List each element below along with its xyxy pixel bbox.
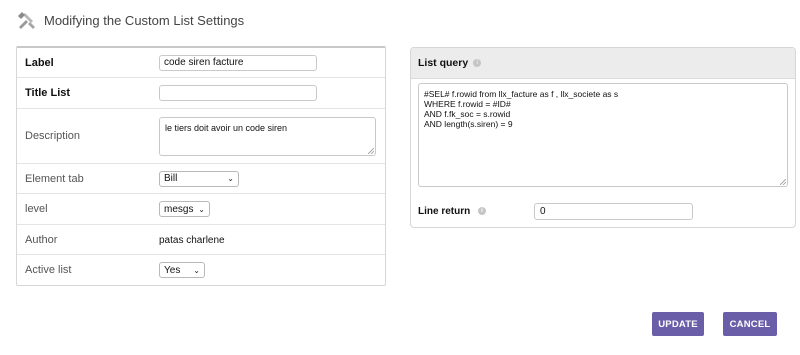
- level-select[interactable]: mesgs ⌄: [159, 201, 210, 217]
- author-row: Author patas charlene: [17, 225, 385, 255]
- cancel-button[interactable]: CANCEL: [723, 312, 777, 336]
- level-value: mesgs: [164, 203, 194, 215]
- line-return-label: Line return i: [418, 206, 534, 217]
- title-list-field-label: Title List: [25, 87, 71, 99]
- query-line: #SEL# f.rowid from llx_facture as f , ll…: [424, 89, 619, 99]
- page-title: Modifying the Custom List Settings: [44, 12, 245, 28]
- element-tab-select[interactable]: Bill ⌄: [159, 170, 239, 187]
- line-return-input[interactable]: 0: [534, 203, 693, 220]
- line-return-label-text: Line return: [418, 206, 471, 217]
- query-line: WHERE f.rowid = #ID#: [424, 99, 511, 109]
- query-panel-title: List query: [418, 57, 469, 69]
- description-textarea[interactable]: le tiers doit avoir un code siren: [159, 116, 376, 156]
- level-row: level mesgs ⌄: [17, 194, 385, 225]
- description-field-label: Description: [25, 130, 81, 142]
- title-list-row: Title List: [17, 78, 385, 109]
- tools-icon: [18, 12, 35, 29]
- author-value: patas charlene: [159, 234, 225, 246]
- line-return-row: Line return i 0: [418, 203, 693, 220]
- chevron-down-icon: ⌄: [193, 265, 200, 275]
- element-tab-value: Bill: [164, 173, 178, 184]
- query-textarea[interactable]: #SEL# f.rowid from llx_facture as f , ll…: [418, 83, 788, 187]
- resize-handle-icon[interactable]: [368, 147, 374, 154]
- element-tab-row: Element tab Bill ⌄: [17, 164, 385, 194]
- info-icon[interactable]: i: [473, 59, 482, 67]
- author-field-label: Author: [25, 233, 58, 246]
- active-list-field-label: Active list: [25, 264, 72, 276]
- active-list-value: Yes: [164, 264, 181, 276]
- level-field-label: level: [25, 203, 48, 215]
- description-row: Description le tiers doit avoir un code …: [17, 109, 385, 164]
- query-line: AND length(s.siren) = 9: [424, 119, 513, 129]
- element-tab-field-label: Element tab: [25, 172, 84, 185]
- page-header: Modifying the Custom List Settings: [16, 10, 244, 30]
- query-line: AND f.fk_soc = s.rowid: [424, 109, 511, 119]
- update-button[interactable]: UPDATE: [652, 312, 704, 336]
- description-text: le tiers doit avoir un code siren: [165, 122, 288, 133]
- chevron-down-icon: ⌄: [198, 204, 205, 214]
- settings-form: Label code siren facture Title List Desc…: [16, 46, 386, 286]
- label-row: Label code siren facture: [17, 48, 385, 78]
- title-list-input[interactable]: [159, 85, 317, 101]
- query-panel: List query i #SEL# f.rowid from llx_fact…: [410, 47, 796, 228]
- active-list-select[interactable]: Yes ⌄: [159, 262, 205, 278]
- query-panel-header: List query i: [411, 48, 795, 79]
- info-icon[interactable]: i: [478, 207, 487, 216]
- label-input[interactable]: code siren facture: [159, 54, 317, 71]
- chevron-down-icon: ⌄: [227, 174, 234, 183]
- active-list-row: Active list Yes ⌄: [17, 255, 385, 285]
- resize-handle-icon[interactable]: [780, 179, 786, 185]
- label-field-label: Label: [25, 56, 54, 69]
